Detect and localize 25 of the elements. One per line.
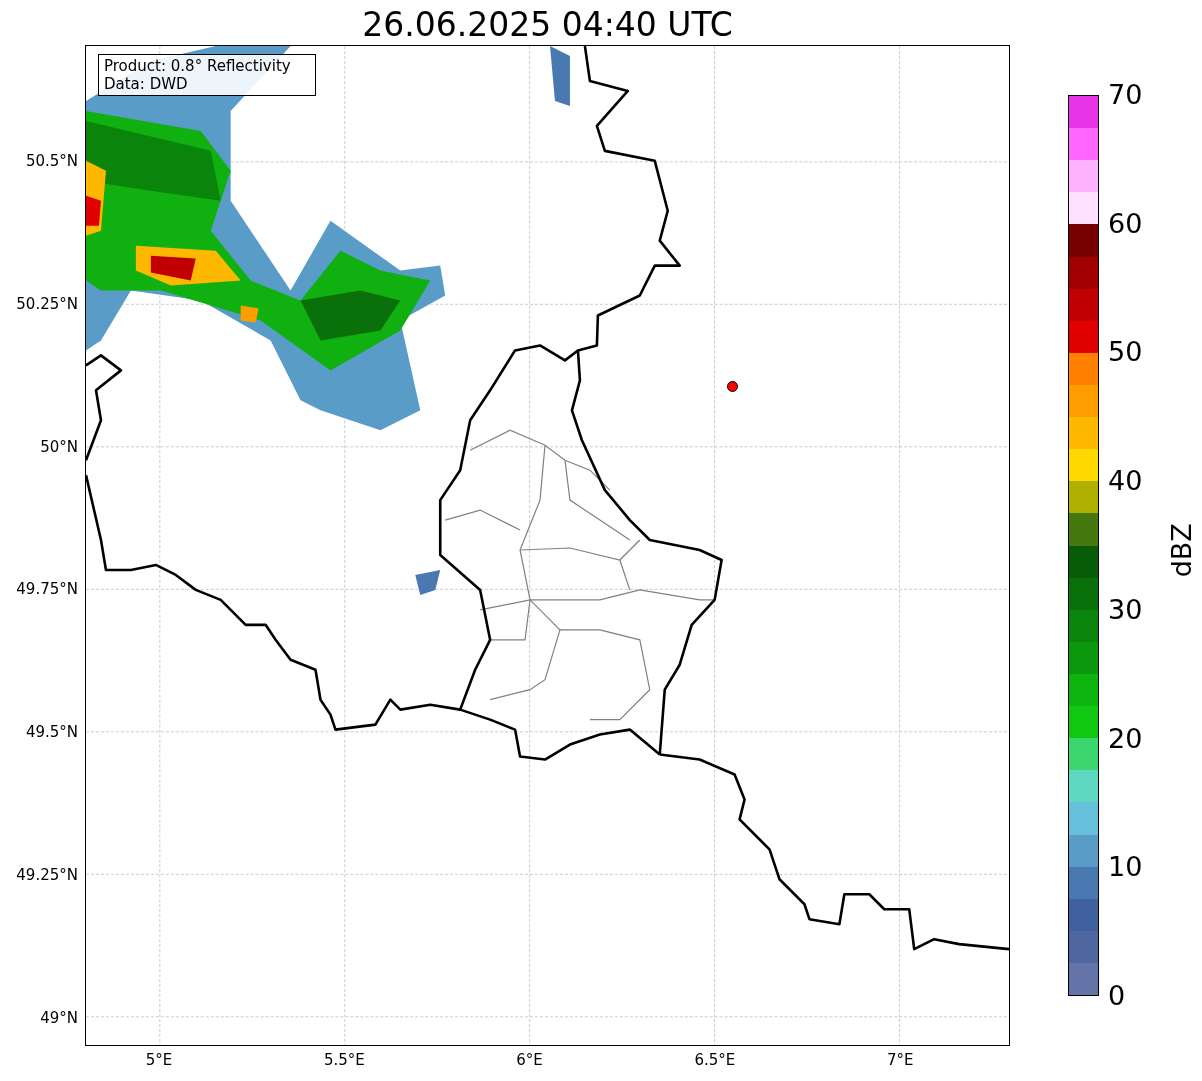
x-tick-label: 7°E <box>885 1050 915 1070</box>
y-tick-label: 50°N <box>39 436 78 457</box>
legend-text: Data: DWD <box>104 75 189 93</box>
colorbar-tick-label: 0 <box>1108 980 1126 1012</box>
x-tick-label: 5.5°E <box>322 1050 366 1070</box>
colorbar-tick-label: 20 <box>1108 722 1143 755</box>
y-tick-label: 49.75°N <box>15 579 78 600</box>
colorbar-tick-label: 60 <box>1108 207 1143 240</box>
legend-text: Product: 0.8° Reflectivity <box>104 57 292 75</box>
y-tick-label: 49°N <box>39 1007 78 1028</box>
y-tick-label: 50.5°N <box>24 151 78 171</box>
x-tick-label: 5°E <box>144 1050 174 1070</box>
y-tick-label: 50.25°N <box>15 293 78 314</box>
colorbar-tick-label: 50 <box>1108 336 1143 369</box>
y-tick-label: 49.25°N <box>15 865 78 885</box>
chart-title: 26.06.2025 04:40 UTC <box>361 4 734 46</box>
colorbar-tick-label: 30 <box>1108 593 1143 626</box>
location-marker <box>727 381 738 392</box>
colorbar-tick-label: 10 <box>1108 851 1143 884</box>
colorbar-tick-label: 40 <box>1108 465 1143 498</box>
x-tick-label: 6.5°E <box>693 1050 737 1070</box>
colorbar-tick-label: 70 <box>1108 79 1143 111</box>
colorbar-label: dBZ <box>1164 521 1198 580</box>
x-tick-label: 6°E <box>515 1050 544 1070</box>
y-tick-label: 49.5°N <box>24 722 78 743</box>
